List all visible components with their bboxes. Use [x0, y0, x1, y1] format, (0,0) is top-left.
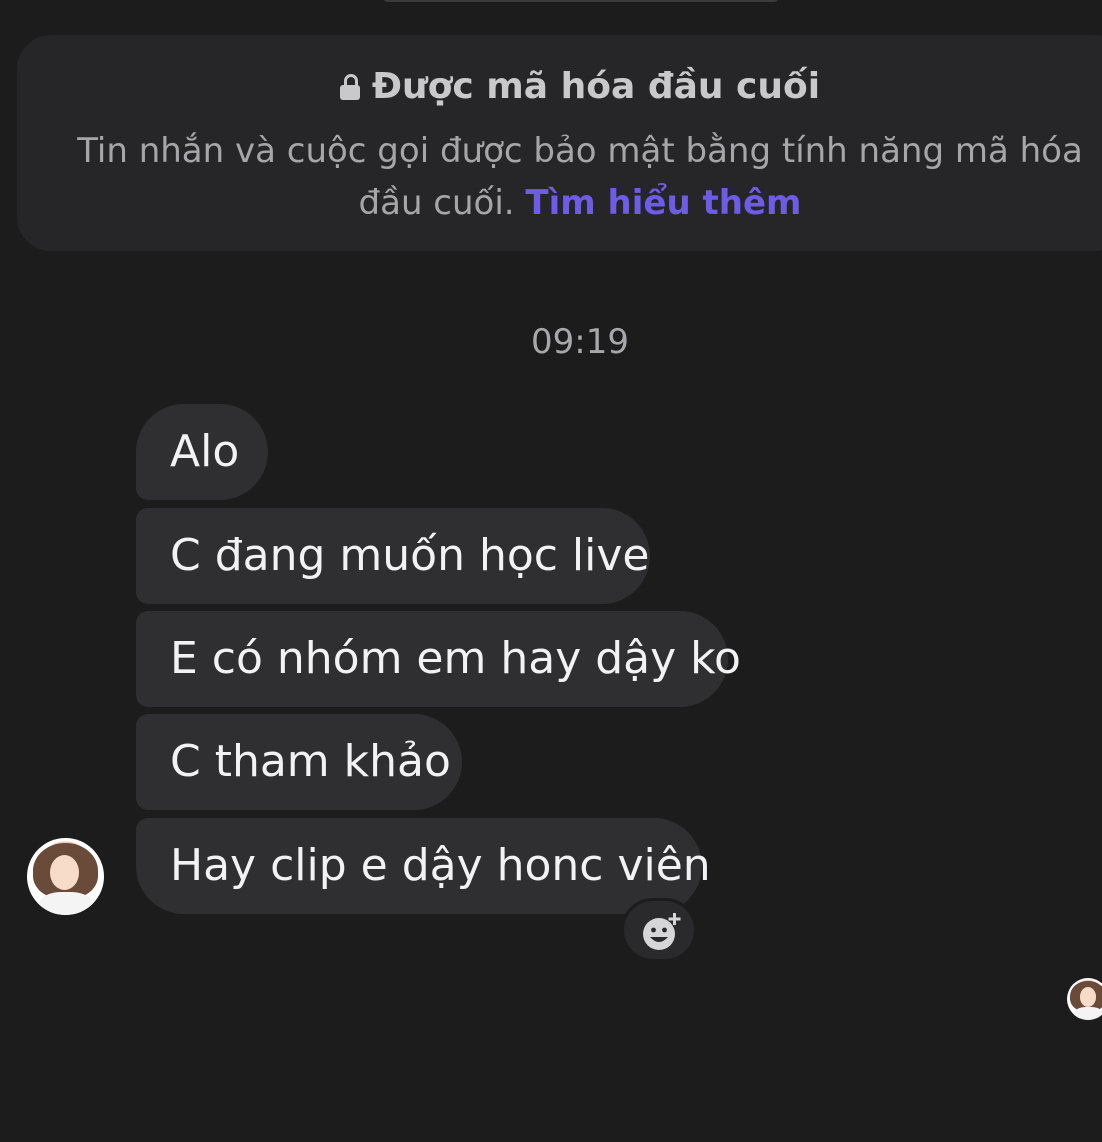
message-bubble[interactable]: E có nhóm em hay dậy ko	[136, 611, 741, 707]
message-bubble[interactable]: Hay clip e dậy honc viên	[136, 818, 711, 914]
add-reaction-button[interactable]	[621, 898, 697, 962]
learn-more-link[interactable]: Tìm hiểu thêm	[525, 183, 801, 223]
sender-avatar[interactable]	[27, 838, 104, 915]
encryption-notice-description-block: Tin nhắn và cuộc gọi được bảo mật bằng t…	[40, 125, 1102, 229]
encryption-notice-title: Được mã hóa đầu cuối	[371, 66, 821, 107]
chat-screen: Được mã hóa đầu cuối Tin nhắn và cuộc gọ…	[0, 0, 1102, 1142]
add-reaction-icon	[643, 913, 681, 950]
message-timestamp: 09:19	[531, 322, 629, 362]
encryption-notice-title-row: Được mã hóa đầu cuối	[0, 66, 1102, 107]
read-receipt-avatar	[1067, 978, 1102, 1020]
message-bubble[interactable]: C tham khảo	[136, 714, 462, 810]
message-bubble[interactable]: C đang muốn học live	[136, 508, 650, 604]
lock-icon	[339, 74, 360, 100]
message-bubble[interactable]: Alo	[136, 404, 268, 500]
top-handle	[383, 0, 779, 2]
